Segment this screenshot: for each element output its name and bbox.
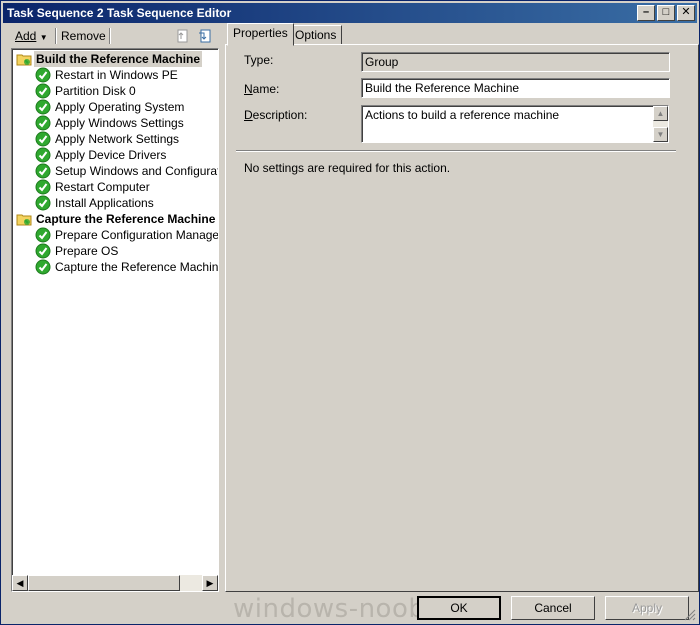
scroll-left-icon[interactable]: ◀ [12, 575, 28, 591]
type-field: Group [361, 52, 670, 72]
tree-step-label: Apply Windows Settings [55, 116, 184, 130]
tree-step-label: Restart in Windows PE [55, 68, 178, 82]
cancel-button[interactable]: Cancel [511, 596, 595, 620]
tree-group-label: Capture the Reference Machine [36, 212, 216, 226]
check-icon [35, 131, 51, 147]
scroll-thumb[interactable] [28, 575, 180, 591]
check-icon [35, 195, 51, 211]
toolbar-separator [55, 28, 57, 44]
ok-button[interactable]: OK [417, 596, 501, 620]
tree-group-label: Build the Reference Machine [34, 51, 203, 67]
move-up-icon[interactable] [175, 28, 191, 44]
remove-button[interactable]: Remove [61, 29, 106, 43]
tree-step-label: Install Applications [55, 196, 154, 210]
check-icon [35, 227, 51, 243]
tree-horizontal-scrollbar[interactable]: ◀ ▶ [12, 575, 218, 591]
description-text: Actions to build a reference machine [365, 108, 560, 122]
properties-panel: Type: Group Name: Build the Reference Ma… [225, 44, 699, 592]
check-icon [35, 259, 51, 275]
tree-step-label: Prepare OS [55, 244, 119, 258]
tree-step-label: Apply Operating System [55, 100, 185, 114]
dropdown-arrow-icon: ▼ [39, 33, 48, 42]
no-settings-note: No settings are required for this action… [244, 161, 451, 175]
tab-options[interactable]: Options [289, 25, 343, 45]
check-icon [35, 243, 51, 259]
tree-step-label: Apply Device Drivers [55, 148, 167, 162]
tree-step-label: Restart Computer [55, 180, 150, 194]
check-icon [35, 147, 51, 163]
add-menu-button[interactable]: Add ▼ [15, 29, 48, 43]
tree-step-label: Capture the Reference Machine [55, 260, 219, 274]
check-icon [35, 115, 51, 131]
minimize-icon[interactable]: – [637, 5, 655, 21]
task-sequence-tree[interactable]: Build the Reference Machine Restart in Wi… [11, 48, 219, 592]
scroll-down-icon[interactable]: ▼ [653, 127, 668, 142]
close-icon[interactable]: ✕ [677, 5, 695, 21]
resize-grip-icon[interactable] [684, 609, 696, 621]
tree-toolbar: Add ▼ Remove [11, 25, 219, 47]
name-field[interactable]: Build the Reference Machine [361, 78, 670, 98]
scroll-up-icon[interactable]: ▲ [653, 106, 668, 121]
tab-properties[interactable]: Properties [227, 23, 294, 46]
description-field[interactable]: Actions to build a reference machine ▲ ▼ [361, 105, 669, 143]
task-sequence-editor-window: Task Sequence 2 Task Sequence Editor – □ ✕… [0, 0, 700, 625]
folder-icon [16, 54, 32, 66]
divider [236, 150, 676, 152]
type-label: Type: [244, 53, 274, 67]
check-icon [35, 67, 51, 83]
check-icon [35, 83, 51, 99]
check-icon [35, 179, 51, 195]
description-scrollbar[interactable]: ▲ ▼ [653, 106, 668, 142]
scroll-right-icon[interactable]: ▶ [202, 575, 218, 591]
tree-step-label: Partition Disk 0 [55, 84, 136, 98]
apply-button[interactable]: Apply [605, 596, 689, 620]
toolbar-separator [109, 28, 111, 44]
name-label: Name: [244, 82, 280, 96]
maximize-icon[interactable]: □ [657, 5, 675, 21]
folder-icon [16, 214, 32, 226]
add-label: Add [15, 29, 37, 43]
tree-step-label: Setup Windows and Configuration [55, 164, 219, 178]
check-icon [35, 163, 51, 179]
move-down-icon[interactable] [197, 28, 213, 44]
tree-step-label: Prepare Configuration Manager Cli [55, 228, 219, 242]
window-title: Task Sequence 2 Task Sequence Editor [7, 6, 232, 20]
tree-step-label: Apply Network Settings [55, 132, 180, 146]
check-icon [35, 99, 51, 115]
description-label: Description: [244, 108, 308, 122]
title-bar[interactable]: Task Sequence 2 Task Sequence Editor – □ ✕ [3, 3, 697, 23]
